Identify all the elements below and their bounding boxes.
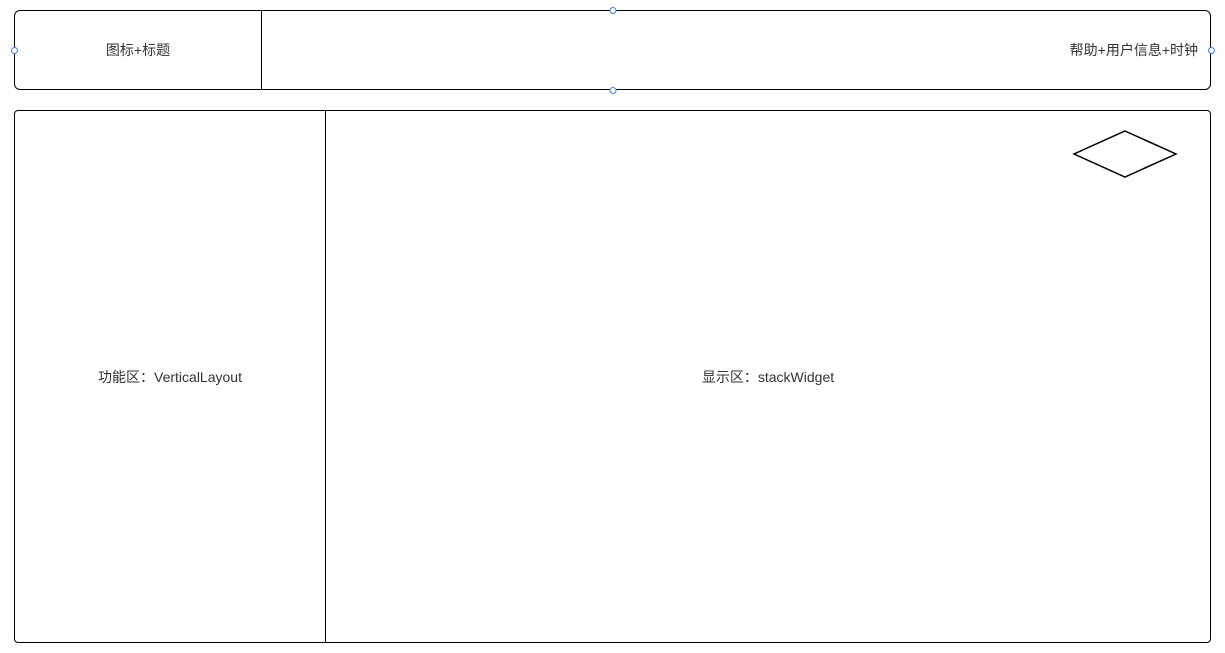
main-box[interactable]: 显示区：stackWidget [326, 111, 1210, 642]
sidebar-label: 功能区：VerticalLayout [98, 367, 242, 387]
main-label: 显示区：stackWidget [702, 367, 834, 387]
selection-handle-bottom[interactable] [609, 87, 616, 94]
sidebar-box[interactable]: 功能区：VerticalLayout [15, 111, 326, 642]
header-right-label: 帮助+用户信息+时钟 [1070, 40, 1198, 60]
selection-handle-right[interactable] [1208, 47, 1215, 54]
selection-handle-top[interactable] [609, 7, 616, 14]
header-right-box[interactable]: 帮助+用户信息+时钟 [262, 11, 1210, 89]
diamond-connector-icon[interactable] [1070, 129, 1180, 179]
header-left-label: 图标+标题 [106, 40, 170, 60]
header-container[interactable]: 图标+标题 帮助+用户信息+时钟 [14, 10, 1211, 90]
wireframe-canvas: 图标+标题 帮助+用户信息+时钟 功能区：VerticalLayout 显示区：… [0, 0, 1225, 653]
header-left-box[interactable]: 图标+标题 [15, 11, 262, 89]
selection-handle-left[interactable] [11, 47, 18, 54]
body-container[interactable]: 功能区：VerticalLayout 显示区：stackWidget [14, 110, 1211, 643]
